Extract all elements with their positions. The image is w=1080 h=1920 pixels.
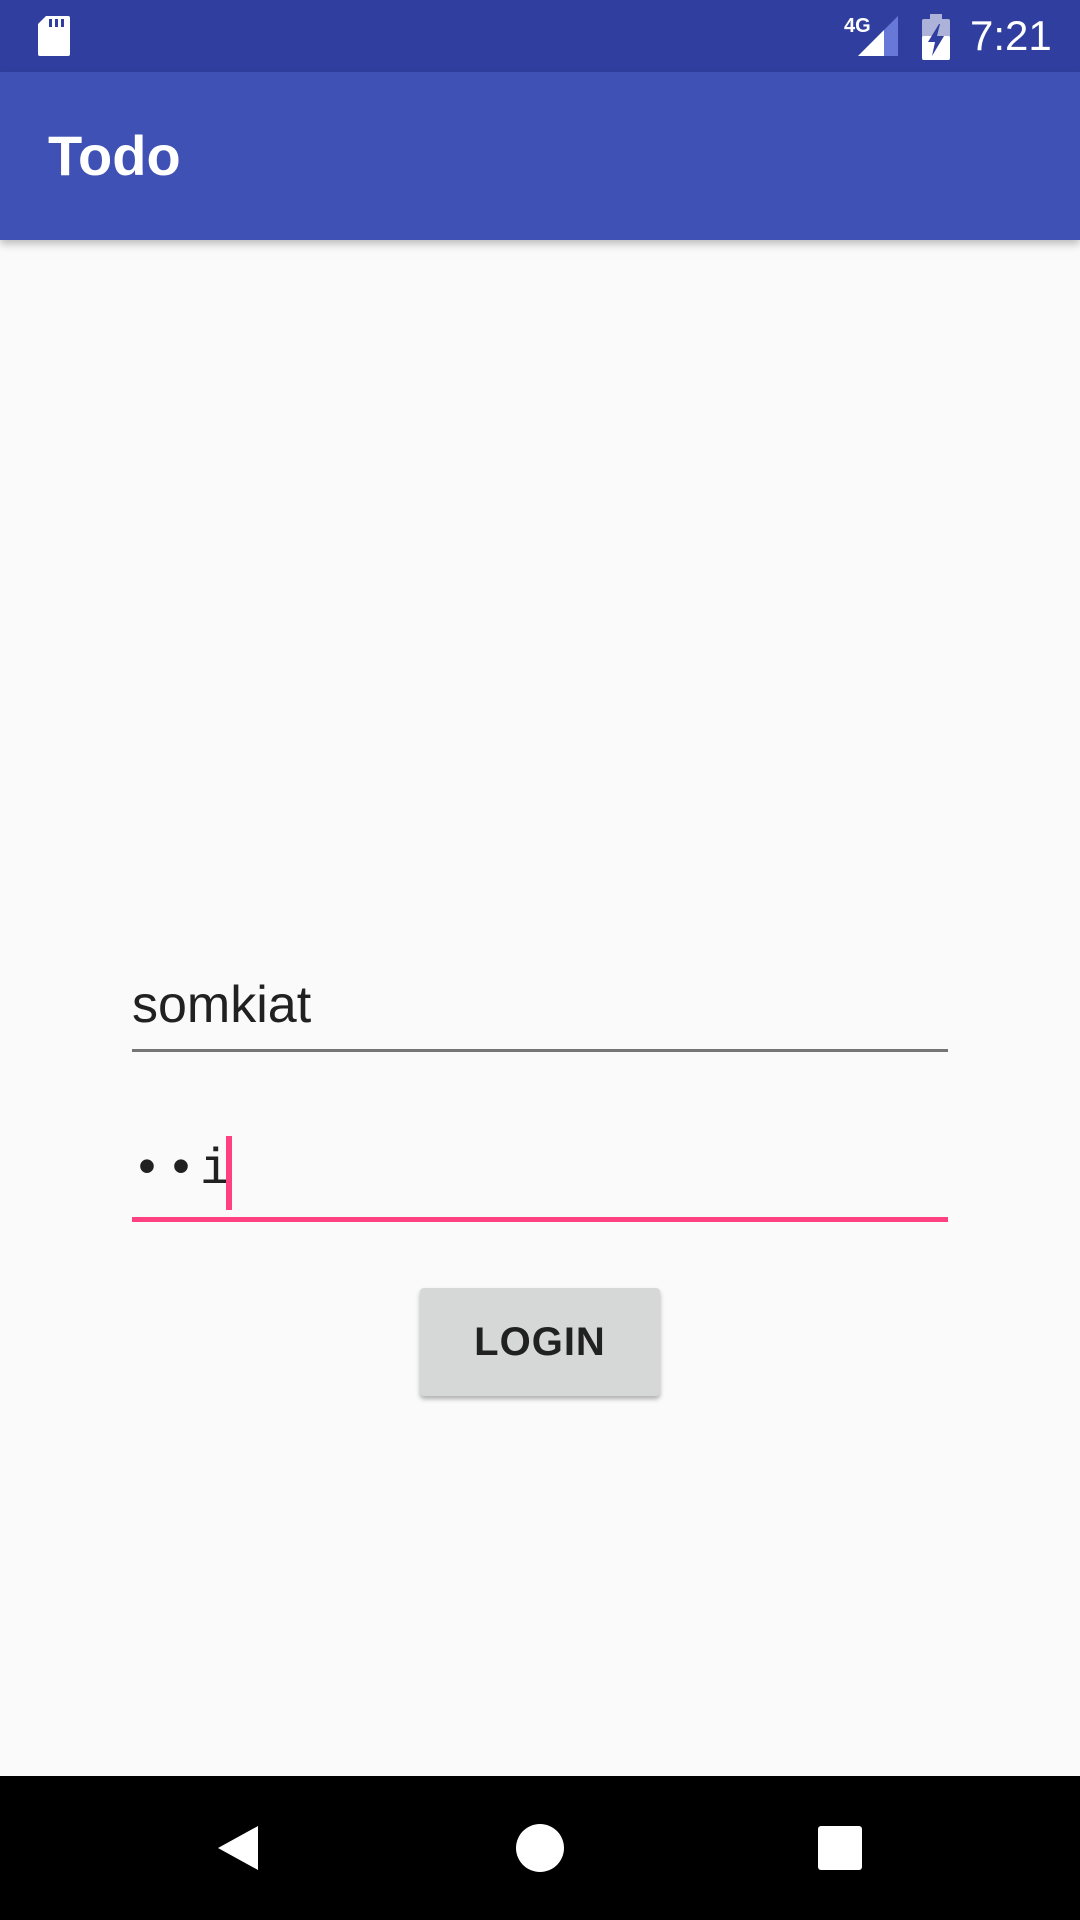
status-bar: 4G 7:21 [0, 0, 1080, 72]
navigation-bar [0, 1776, 1080, 1920]
home-icon [516, 1824, 564, 1872]
app-bar: Todo [0, 72, 1080, 240]
back-icon [218, 1826, 258, 1870]
text-cursor [226, 1136, 232, 1210]
login-button[interactable]: LOGIN [420, 1288, 660, 1396]
network-type-label: 4G [844, 15, 871, 37]
recents-button[interactable] [790, 1798, 890, 1898]
screen: 4G 7:21 Todo somkiat ••i LOGIN [0, 0, 1080, 1920]
username-value: somkiat [132, 976, 312, 1034]
password-value: ••i [132, 1142, 235, 1199]
username-field[interactable]: somkiat [132, 970, 948, 1052]
username-underline [132, 1049, 948, 1052]
signal-icon: 4G [844, 15, 898, 56]
recents-icon [818, 1826, 862, 1870]
password-field[interactable]: ••i [132, 1130, 948, 1222]
battery-charging-icon [922, 14, 950, 60]
status-time: 7:21 [970, 12, 1052, 59]
password-underline [132, 1217, 948, 1222]
back-button[interactable] [190, 1798, 290, 1898]
sd-card-icon [38, 16, 70, 56]
app-title: Todo [48, 124, 181, 187]
home-button[interactable] [490, 1798, 590, 1898]
